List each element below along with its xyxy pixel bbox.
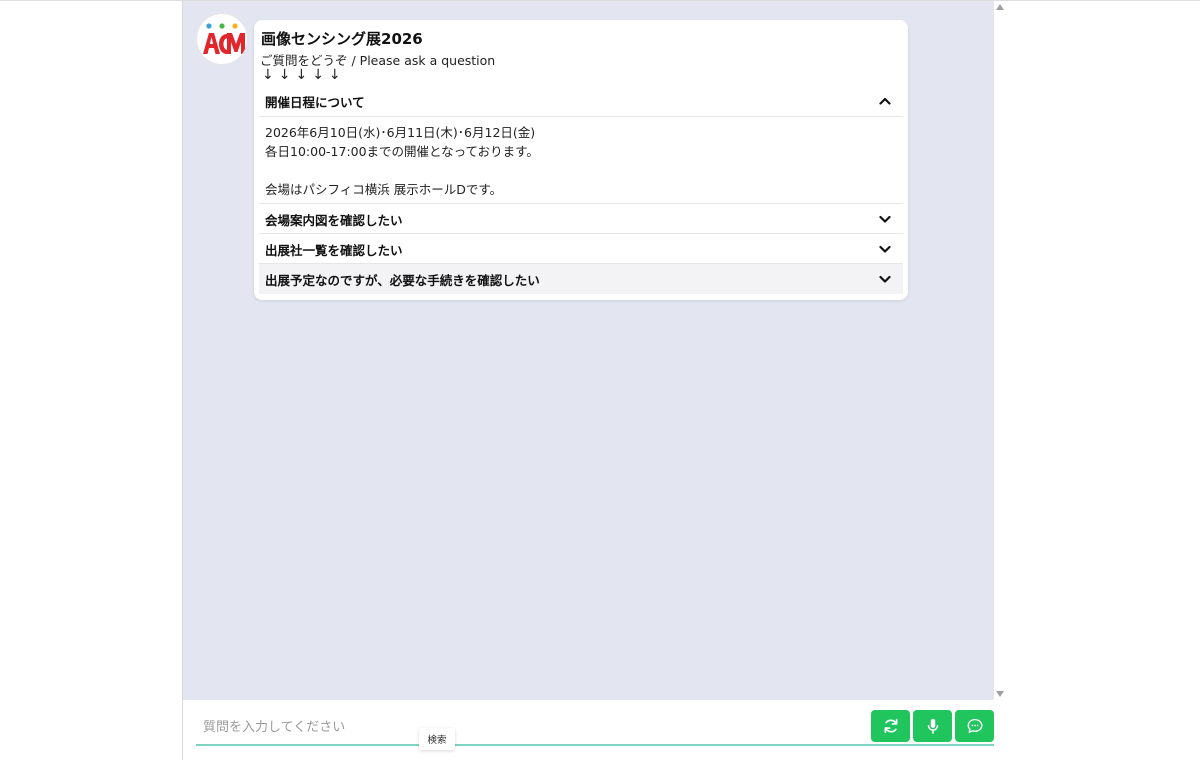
- chat-bubble-icon: [967, 718, 982, 734]
- chevron-down-icon: [879, 245, 891, 253]
- answer-dates: 2026年6月10日(水)･6月11日(木)･6月12日(金): [265, 125, 536, 140]
- faq-answer-schedule: 2026年6月10日(水)･6月11日(木)･6月12日(金) 各日10:00-…: [259, 117, 903, 199]
- search-tooltip: 検索: [419, 728, 455, 750]
- faq-item-procedures: 出展予定なのですが、必要な手続きを確認したい: [259, 263, 903, 294]
- faq-header-exhibitors[interactable]: 出展社一覧を確認したい: [259, 234, 903, 264]
- scroll-up-arrow-icon[interactable]: [996, 4, 1004, 10]
- acm-logo-icon: [203, 23, 245, 54]
- faq-header-schedule[interactable]: 開催日程について: [259, 86, 903, 116]
- message-input-bar: 検索: [183, 700, 1006, 760]
- answer-hours: 各日10:00-17:00までの開催となっております。: [265, 144, 539, 159]
- chevron-up-icon: [879, 97, 891, 105]
- refresh-icon: [884, 718, 897, 734]
- bot-message-bubble: 画像センシング展2026 ご質問をどうぞ / Please ask a ques…: [254, 20, 908, 300]
- faq-label: 会場案内図を確認したい: [265, 212, 403, 228]
- chevron-down-icon: [879, 215, 891, 223]
- down-arrows: ↓↓↓↓↓: [262, 67, 346, 83]
- faq-item-schedule: 開催日程について 2026年6月10日(水)･6月11日(木)･6月12日(金)…: [259, 86, 903, 199]
- faq-label: 開催日程について: [265, 94, 365, 110]
- faq-label: 出展社一覧を確認したい: [265, 242, 403, 258]
- chatbot-window: 画像センシング展2026 ご質問をどうぞ / Please ask a ques…: [0, 0, 1200, 760]
- chat-scrollbar[interactable]: [994, 1, 1006, 700]
- faq-label: 出展予定なのですが、必要な手続きを確認したい: [265, 272, 540, 288]
- answer-spacer: [265, 161, 897, 180]
- page-title: 画像センシング展2026: [261, 30, 423, 48]
- microphone-icon: [927, 718, 938, 734]
- reset-button[interactable]: [871, 710, 910, 742]
- faq-header-procedures[interactable]: 出展予定なのですが、必要な手続きを確認したい: [259, 264, 903, 294]
- send-button[interactable]: [955, 710, 994, 742]
- voice-input-button[interactable]: [913, 710, 952, 742]
- faq-item-venue-map: 会場案内図を確認したい: [259, 203, 903, 234]
- bot-avatar: [197, 14, 247, 64]
- chevron-down-icon: [879, 275, 891, 283]
- faq-item-exhibitors: 出展社一覧を確認したい: [259, 233, 903, 264]
- faq-header-venue-map[interactable]: 会場案内図を確認したい: [259, 204, 903, 234]
- question-input[interactable]: [196, 712, 856, 742]
- scroll-down-arrow-icon[interactable]: [996, 691, 1004, 697]
- input-underline: [196, 744, 994, 746]
- answer-venue: 会場はパシフィコ横浜 展示ホールDです。: [265, 182, 503, 197]
